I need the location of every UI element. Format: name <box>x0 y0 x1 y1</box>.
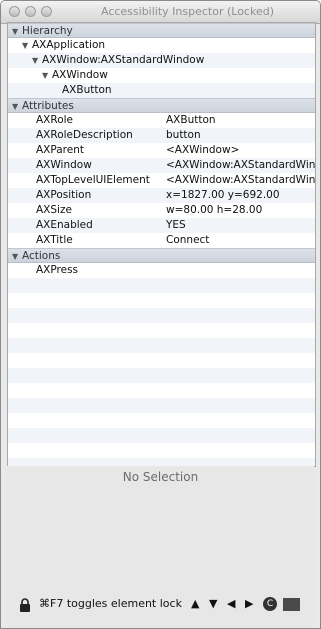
empty-row <box>8 278 315 293</box>
disclosure-triangle-icon[interactable]: ▼ <box>12 24 22 37</box>
refresh-icon[interactable]: C <box>263 597 277 611</box>
section-hierarchy[interactable]: ▼ Hierarchy <box>8 23 315 38</box>
empty-row <box>8 323 315 338</box>
empty-row <box>8 293 315 308</box>
attribute-row[interactable]: AXEnabled YES <box>8 218 315 233</box>
attribute-value: AXButton <box>166 114 216 126</box>
attribute-key: AXSize <box>36 204 72 216</box>
disclosure-triangle-icon[interactable]: ▼ <box>32 53 42 68</box>
attribute-value: YES <box>166 219 186 231</box>
attribute-row[interactable]: AXTitle Connect <box>8 233 315 248</box>
section-label: Actions <box>22 250 61 262</box>
lock-hint-text: ⌘F7 toggles element lock <box>39 597 182 610</box>
minimize-button[interactable] <box>25 6 36 17</box>
hierarchy-item[interactable]: AXButton <box>8 83 315 98</box>
close-button[interactable] <box>9 6 20 17</box>
empty-row <box>8 443 315 458</box>
hierarchy-item[interactable]: ▼ AXWindow:AXStandardWindow <box>8 53 315 68</box>
attribute-key: AXPosition <box>36 189 92 201</box>
section-attributes[interactable]: ▼ Attributes <box>8 98 315 113</box>
navigate-up-icon[interactable]: ▲ <box>191 597 199 610</box>
disclosure-triangle-icon[interactable]: ▼ <box>22 38 32 53</box>
empty-row <box>8 368 315 383</box>
empty-row <box>8 308 315 323</box>
attribute-value: <AXWindow> <box>166 144 240 156</box>
section-actions[interactable]: ▼ Actions <box>8 248 315 263</box>
disclosure-triangle-icon[interactable]: ▼ <box>42 68 52 83</box>
navigate-down-icon[interactable]: ▼ <box>209 597 217 610</box>
attribute-value: <AXWindow:AXStandardWin <box>166 174 315 186</box>
attribute-row[interactable]: AXTopLevelUIElement <AXWindow:AXStandardW… <box>8 173 315 188</box>
zoom-button[interactable] <box>41 6 52 17</box>
empty-row <box>8 398 315 413</box>
navigate-left-icon[interactable]: ◀ <box>227 597 235 610</box>
section-label: Hierarchy <box>22 25 73 37</box>
stop-button[interactable] <box>283 598 300 611</box>
attribute-key: AXTitle <box>36 234 73 246</box>
hierarchy-label: AXApplication <box>32 39 106 51</box>
hierarchy-label: AXWindow:AXStandardWindow <box>42 54 205 66</box>
empty-row <box>8 413 315 428</box>
attribute-row[interactable]: AXParent <AXWindow> <box>8 143 315 158</box>
title-bar: Accessibility Inspector (Locked) <box>1 1 320 24</box>
inspector-window: Accessibility Inspector (Locked) ▼ Hierar… <box>0 0 321 629</box>
section-label: Attributes <box>22 100 74 112</box>
attribute-key: AXWindow <box>36 159 92 171</box>
inspector-outline[interactable]: ▼ Hierarchy ▼ AXApplication ▼ AXWindow:AXSt… <box>7 22 316 467</box>
bottom-toolbar: ⌘F7 toggles element lock ▲ ▼ ◀ ▶ C <box>19 596 309 614</box>
attribute-value: w=80.00 h=28.00 <box>166 204 263 216</box>
attribute-value: x=1827.00 y=692.00 <box>166 189 280 201</box>
attribute-row[interactable]: AXRoleDescription button <box>8 128 315 143</box>
attribute-key: AXParent <box>36 144 84 156</box>
hierarchy-item[interactable]: ▼ AXApplication <box>8 38 315 53</box>
attribute-value: <AXWindow:AXStandardWin <box>166 159 315 171</box>
attribute-value: button <box>166 129 201 141</box>
hierarchy-item[interactable]: ▼ AXWindow <box>8 68 315 83</box>
no-selection-label: No Selection <box>122 470 199 484</box>
attribute-key: AXRoleDescription <box>36 129 133 141</box>
attribute-row[interactable]: AXPosition x=1827.00 y=692.00 <box>8 188 315 203</box>
attribute-key: AXTopLevelUIElement <box>36 174 150 186</box>
navigate-right-icon[interactable]: ▶ <box>245 597 253 610</box>
attribute-value: Connect <box>166 234 210 246</box>
attribute-row[interactable]: AXSize w=80.00 h=28.00 <box>8 203 315 218</box>
hierarchy-label: AXWindow <box>52 69 108 81</box>
empty-row <box>8 353 315 368</box>
window-title: Accessibility Inspector (Locked) <box>100 5 274 18</box>
lock-icon[interactable] <box>19 598 31 612</box>
attribute-key: AXEnabled <box>36 219 93 231</box>
hierarchy-label: AXButton <box>62 84 112 96</box>
attribute-row[interactable]: AXRole AXButton <box>8 113 315 128</box>
empty-row <box>8 338 315 353</box>
attribute-key: AXRole <box>36 114 74 126</box>
action-row[interactable]: AXPress <box>8 263 315 278</box>
disclosure-triangle-icon[interactable]: ▼ <box>12 99 22 112</box>
empty-row <box>8 428 315 443</box>
empty-row <box>8 383 315 398</box>
detail-pane: No Selection ⌘F7 toggles element lock ▲ … <box>7 466 314 628</box>
action-label: AXPress <box>36 264 79 276</box>
attribute-row[interactable]: AXWindow <AXWindow:AXStandardWin <box>8 158 315 173</box>
disclosure-triangle-icon[interactable]: ▼ <box>12 249 22 262</box>
